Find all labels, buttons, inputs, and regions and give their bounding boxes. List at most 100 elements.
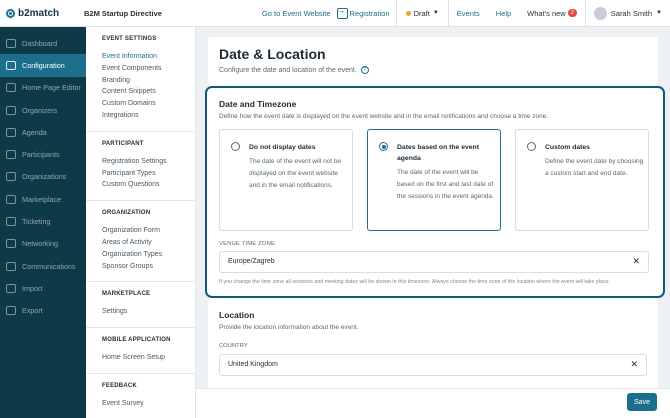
subnav-item-home-screen-setup[interactable]: Home Screen Setup [102, 352, 195, 364]
sidebar-item-label: Marketplace [22, 194, 62, 204]
sidebar-item-participants[interactable]: Participants [0, 143, 86, 165]
networking-icon [6, 239, 16, 249]
subnav-item-organization-types[interactable]: Organization Types [102, 249, 195, 261]
events-link[interactable]: Events [449, 9, 488, 18]
organizers-icon [6, 105, 16, 115]
sidebar-item-label: Import [22, 283, 43, 293]
sidebar: Dashboard Configuration Home Page Editor… [0, 27, 86, 418]
sidebar-item-configuration[interactable]: Configuration [0, 54, 86, 77]
option-title: Dates based on the event agenda [397, 144, 479, 162]
subnav-heading: ORGANIZATION [102, 210, 151, 217]
go-to-event-link[interactable]: Go to Event Website [256, 9, 337, 18]
whats-new-button[interactable]: What's new 2 [519, 0, 586, 27]
sidebar-item-marketplace[interactable]: Marketplace [0, 188, 86, 210]
sidebar-item-export[interactable]: Export [0, 300, 86, 322]
subnav-item-registration-settings[interactable]: Registration Settings [102, 156, 195, 168]
agenda-icon [6, 127, 16, 137]
participants-icon [6, 150, 16, 160]
logo[interactable]: b2match [0, 8, 74, 19]
user-name: Sarah Smith [610, 8, 653, 18]
section-title: Date and Timezone [219, 99, 297, 109]
sidebar-item-label: Organizers [22, 105, 58, 115]
status-label: Draft [413, 8, 430, 18]
sidebar-item-label: Communications [22, 261, 76, 271]
radio-button-selected[interactable] [379, 142, 388, 151]
save-button[interactable]: Save [627, 393, 657, 411]
gear-icon [6, 60, 16, 70]
export-icon [6, 306, 16, 316]
sidebar-item-organizers[interactable]: Organizers [0, 99, 86, 121]
timezone-select[interactable]: Europe/Zagreb ✕ [219, 251, 649, 273]
location-description: Provide the location information about t… [219, 324, 359, 331]
notification-badge: 2 [567, 9, 577, 17]
communications-icon [6, 261, 16, 271]
subnav-item-custom-questions[interactable]: Custom Questions [102, 179, 195, 191]
top-bar: b2match B2M Startup Directive Go to Even… [0, 0, 670, 27]
location-title: Location [219, 310, 255, 320]
radio-button[interactable] [527, 142, 536, 151]
subnav-item-participant-types[interactable]: Participant Types [102, 168, 195, 180]
registration-label: Registration [349, 8, 390, 18]
divider [86, 200, 195, 202]
subnav-item-organization-form[interactable]: Organization Form [102, 225, 195, 237]
sidebar-item-label: Dashboard [22, 38, 58, 48]
option-title: Do not display dates [249, 144, 316, 151]
sidebar-item-organizations[interactable]: Organizations [0, 166, 86, 188]
sidebar-item-networking[interactable]: Networking [0, 233, 86, 255]
option-description: Define the event date by choosing a cust… [545, 158, 644, 177]
home-icon [6, 83, 16, 93]
sidebar-item-dashboard[interactable]: Dashboard [0, 32, 86, 54]
option-title: Custom dates [545, 144, 590, 151]
subnav-item-custom-domains[interactable]: Custom Domains [102, 98, 195, 110]
login-icon [336, 5, 348, 19]
chevron-down-icon: ▼ [656, 10, 662, 16]
sidebar-item-agenda[interactable]: Agenda [0, 121, 86, 143]
footer-bar: Save [196, 388, 670, 418]
radio-button[interactable] [231, 142, 240, 151]
sidebar-item-communications[interactable]: Communications [0, 255, 86, 277]
subnav-item-event-components[interactable]: Event Components [102, 63, 195, 75]
subnav-item-branding[interactable]: Branding [102, 75, 195, 87]
option-agenda-dates[interactable]: Dates based on the event agenda The date… [367, 129, 501, 231]
option-custom-dates[interactable]: Custom dates Define the event date by ch… [515, 129, 649, 231]
country-value: United Kingdom [228, 361, 278, 368]
country-select[interactable]: United Kingdom ✕ [219, 354, 647, 376]
subnav-item-areas-of-activity[interactable]: Areas of Activity [102, 237, 195, 249]
sidebar-item-home-page-editor[interactable]: Home Page Editor [0, 77, 86, 99]
sidebar-item-label: Export [22, 306, 43, 316]
clear-icon[interactable]: ✕ [632, 256, 640, 267]
help-link[interactable]: Help [488, 9, 519, 18]
help-icon[interactable]: ? [360, 66, 369, 74]
clear-icon[interactable]: ✕ [630, 359, 638, 370]
timezone-hint: If you change the time zone all sessions… [219, 279, 611, 285]
whats-new-label: What's new [527, 8, 566, 18]
sidebar-item-label: Networking [22, 239, 58, 249]
status-dot-icon [405, 10, 411, 16]
option-no-dates[interactable]: Do not display dates The date of the eve… [219, 129, 353, 231]
event-name: B2M Startup Directive [84, 8, 162, 18]
sidebar-item-label: Ticketing [22, 217, 51, 227]
divider [86, 327, 195, 329]
subnav-heading: FEEDBACK [102, 382, 137, 389]
sidebar-item-import[interactable]: Import [0, 277, 86, 299]
divider [86, 372, 195, 374]
sidebar-item-ticketing[interactable]: Ticketing [0, 210, 86, 232]
config-subnav: EVENT SETTINGS Event Information Event C… [86, 27, 196, 418]
subnav-item-event-information[interactable]: Event Information [102, 51, 195, 63]
subnav-item-integrations[interactable]: Integrations [102, 110, 195, 122]
user-menu[interactable]: Sarah Smith ▼ [586, 6, 670, 20]
subnav-heading: EVENT SETTINGS [102, 36, 157, 42]
avatar [593, 6, 607, 20]
subnav-item-event-survey[interactable]: Event Survey [102, 398, 195, 410]
subnav-item-sponsor-groups[interactable]: Sponsor Groups [102, 261, 195, 273]
sidebar-item-label: Configuration [22, 60, 65, 70]
divider [86, 281, 195, 283]
subnav-item-marketplace-settings[interactable]: Settings [102, 306, 195, 318]
chevron-down-icon: ▼ [432, 10, 439, 16]
sidebar-item-label: Organizations [22, 172, 67, 182]
status-dropdown[interactable]: Draft ▼ [397, 0, 449, 27]
date-timezone-section: Date and Timezone Define how the event d… [205, 86, 665, 298]
registration-link[interactable]: Registration [336, 0, 397, 27]
subnav-item-content-snippets[interactable]: Content Snippets [102, 86, 195, 98]
timezone-label: VENUE TIME ZONE [219, 241, 276, 247]
